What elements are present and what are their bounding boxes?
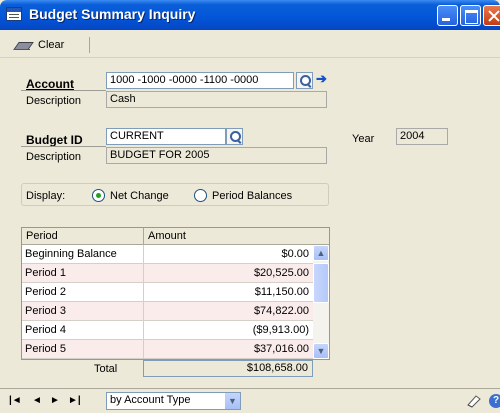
grid-scrollbar[interactable]: ▲ ▼ <box>313 245 329 359</box>
period-cell: Period 1 <box>25 267 66 279</box>
title-bar: Budget Summary Inquiry <box>0 0 500 30</box>
clear-button[interactable]: Clear <box>14 38 64 52</box>
account-expand-icon[interactable]: ➔ <box>316 71 327 87</box>
total-row: Total $108,658.00 <box>21 360 330 377</box>
period-balances-label[interactable]: Period Balances <box>212 190 292 202</box>
account-lookup-icon[interactable] <box>296 72 313 89</box>
column-header-period[interactable]: Period <box>26 230 58 242</box>
amount-cell: $0.00 <box>281 248 309 260</box>
toolbar-separator <box>89 37 90 53</box>
budget-summary-inquiry-window: Budget Summary Inquiry Clear Account 100… <box>0 0 500 413</box>
account-underline <box>21 90 106 91</box>
table-row[interactable]: Period 1 $20,525.00 <box>22 264 313 283</box>
period-balances-radio[interactable] <box>194 189 207 202</box>
account-field[interactable]: 1000 -1000 -0000 -1100 -0000 <box>106 72 294 89</box>
maximize-button[interactable] <box>460 5 481 26</box>
amount-cell: $37,016.00 <box>253 343 309 355</box>
year-value: 2004 <box>396 128 448 145</box>
scroll-thumb[interactable] <box>313 263 329 303</box>
next-record-button[interactable]: ► <box>50 395 60 406</box>
amount-cell: $11,150.00 <box>254 286 309 298</box>
last-record-button[interactable]: ►| <box>68 395 81 406</box>
year-label: Year <box>352 133 375 145</box>
window-icon <box>6 7 22 21</box>
account-description-label: Description <box>26 95 82 107</box>
net-change-radio[interactable] <box>92 189 105 202</box>
budget-description-value: BUDGET FOR 2005 <box>106 147 327 164</box>
sort-order-value: by Account Type <box>110 394 191 406</box>
total-label: Total <box>94 363 118 375</box>
period-cell: Period 5 <box>25 343 66 355</box>
clear-label: Clear <box>38 39 65 51</box>
account-label[interactable]: Account <box>26 77 74 91</box>
budget-id-label: Budget ID <box>26 133 83 147</box>
eraser-icon <box>14 40 32 50</box>
chevron-down-icon[interactable]: ▼ <box>224 393 240 409</box>
table-row[interactable]: Period 3 $74,822.00 <box>22 302 313 321</box>
scroll-up-icon[interactable]: ▲ <box>313 245 329 261</box>
minimize-button[interactable] <box>437 5 458 26</box>
scroll-down-icon[interactable]: ▼ <box>313 343 329 359</box>
table-row[interactable]: Period 2 $11,150.00 <box>22 283 313 302</box>
bottom-bar: |◄ ◄ ► ►| by Account Type ▼ ? <box>0 388 500 413</box>
amount-cell: ($9,913.00) <box>252 324 309 336</box>
net-change-label[interactable]: Net Change <box>110 190 169 202</box>
display-label: Display: <box>26 190 66 202</box>
period-cell: Beginning Balance <box>25 248 117 260</box>
note-icon[interactable] <box>466 393 482 409</box>
period-cell: Period 3 <box>25 305 66 317</box>
table-row[interactable]: Beginning Balance $0.00 <box>22 245 313 264</box>
first-record-button[interactable]: |◄ <box>9 395 22 406</box>
period-amount-grid: Period Amount Beginning Balance $0.00 Pe… <box>21 227 330 360</box>
column-header-amount[interactable]: Amount <box>148 230 186 242</box>
close-button[interactable] <box>483 5 500 26</box>
budget-lookup-icon[interactable] <box>226 128 243 145</box>
period-cell: Period 2 <box>25 286 66 298</box>
previous-record-button[interactable]: ◄ <box>32 395 42 406</box>
budget-underline <box>21 146 106 147</box>
sort-order-select[interactable]: by Account Type ▼ <box>106 392 241 410</box>
help-icon[interactable]: ? <box>489 394 500 408</box>
total-value: $108,658.00 <box>143 360 313 377</box>
account-description-value: Cash <box>106 91 327 108</box>
grid-header: Period Amount <box>22 228 329 245</box>
toolbar: Clear <box>0 30 500 58</box>
table-row[interactable]: Period 5 $37,016.00 <box>22 340 313 359</box>
window-title: Budget Summary Inquiry <box>29 6 196 22</box>
budget-id-field[interactable]: CURRENT <box>106 128 226 145</box>
budget-description-label: Description <box>26 151 82 163</box>
amount-cell: $74,822.00 <box>253 305 309 317</box>
table-row[interactable]: Period 4 ($9,913.00) <box>22 321 313 340</box>
period-cell: Period 4 <box>25 324 66 336</box>
amount-cell: $20,525.00 <box>253 267 309 279</box>
